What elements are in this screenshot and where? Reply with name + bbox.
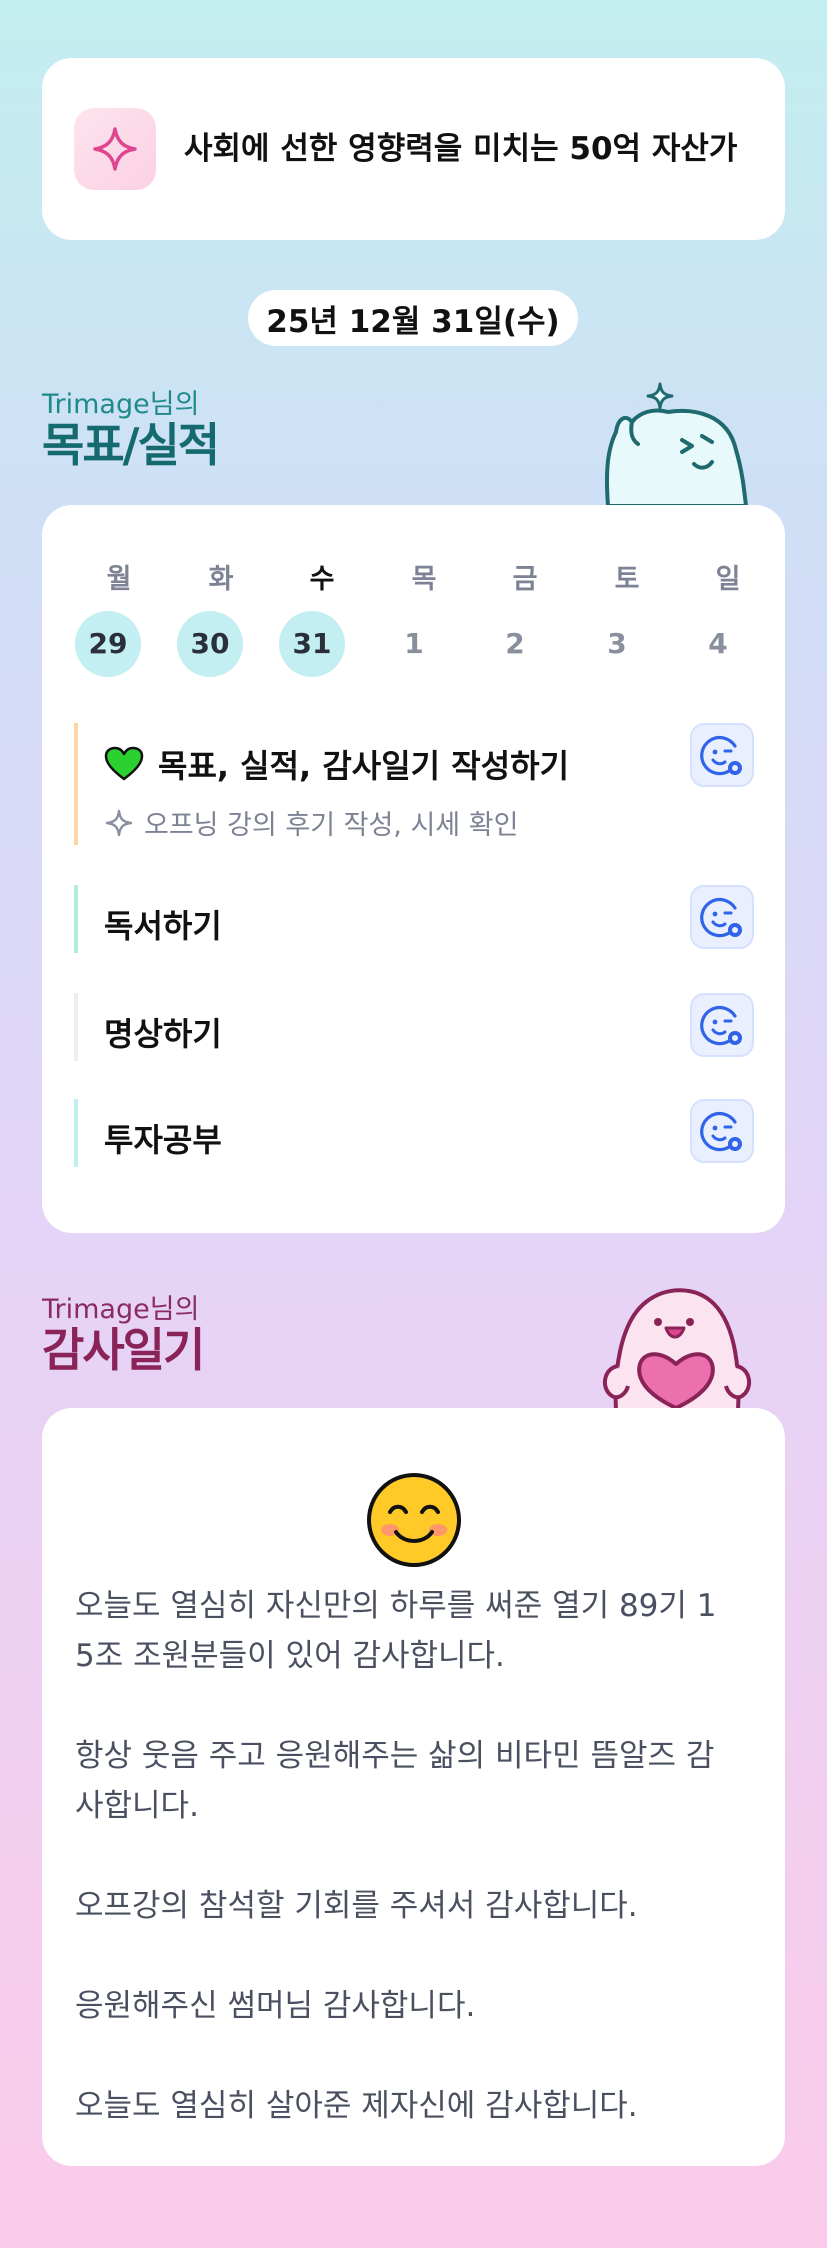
day-name: 일 bbox=[715, 564, 741, 595]
task-title: 목표, 실적, 감사일기 작성하기 bbox=[158, 747, 570, 785]
green-heart-icon bbox=[104, 746, 144, 781]
day-name: 금 bbox=[512, 564, 538, 595]
goals-section-title: 목표/실적 bbox=[42, 418, 220, 472]
day-29[interactable]: 29 bbox=[75, 611, 141, 677]
diary-section-title: 감사일기 bbox=[42, 1323, 205, 1377]
day-1[interactable]: 1 bbox=[381, 611, 447, 677]
day-2[interactable]: 2 bbox=[482, 611, 548, 677]
day-name: 토 bbox=[614, 564, 640, 595]
task-title-row: 목표, 실적, 감사일기 작성하기 bbox=[104, 741, 569, 787]
sparkle-icon bbox=[74, 108, 156, 190]
task-subtitle: 오프닝 강의 후기 작성, 시세 확인 bbox=[144, 810, 519, 841]
diary-text: 오늘도 열심히 자신만의 하루를 써준 열기 89기 1 5조 조원분들이 있어… bbox=[75, 1588, 717, 2124]
date-pill[interactable]: 25년 12월 31일(수) bbox=[248, 290, 578, 346]
day-30[interactable]: 30 bbox=[177, 611, 243, 677]
pink-mascot-illustration bbox=[602, 1288, 752, 1410]
task-title: 독서하기 bbox=[104, 907, 222, 945]
task-emoji-button[interactable] bbox=[690, 885, 754, 949]
goal-text: 사회에 선한 영향력을 미치는 50억 자산가 bbox=[184, 131, 738, 167]
day-name-today: 수 bbox=[309, 564, 335, 595]
task-item[interactable]: 투자공부 bbox=[74, 1099, 754, 1167]
diary-section-header: Trimage님의 감사일기 bbox=[42, 1294, 205, 1377]
goals-section-owner: Trimage님의 bbox=[42, 389, 200, 420]
task-subtitle-row: 오프닝 강의 후기 작성, 시세 확인 bbox=[104, 803, 518, 842]
day-31[interactable]: 31 bbox=[279, 611, 345, 677]
schedule-card: 월 화 수 목 금 토 일 29 30 31 1 2 3 4 목표, 실적, 감… bbox=[42, 505, 785, 1233]
week-strip: 월 화 수 목 금 토 일 bbox=[42, 557, 785, 595]
smiley-add-icon bbox=[700, 1005, 742, 1046]
sparkle-outline-icon bbox=[105, 809, 133, 836]
task-item[interactable]: 명상하기 bbox=[74, 993, 754, 1061]
task-emoji-button[interactable] bbox=[690, 1099, 754, 1163]
teal-mascot-illustration bbox=[604, 382, 748, 506]
task-emoji-button[interactable] bbox=[690, 993, 754, 1057]
smiley-add-icon bbox=[700, 1111, 742, 1152]
day-name: 월 bbox=[106, 564, 132, 595]
task-title: 명상하기 bbox=[104, 1015, 222, 1053]
goals-section-header: Trimage님의 목표/실적 bbox=[42, 389, 220, 472]
day-3[interactable]: 3 bbox=[584, 611, 650, 677]
day-name: 화 bbox=[208, 564, 234, 595]
smiling-face-emoji bbox=[367, 1473, 461, 1567]
task-title: 투자공부 bbox=[104, 1121, 222, 1159]
day-name: 목 bbox=[411, 564, 437, 595]
day-4[interactable]: 4 bbox=[685, 611, 751, 677]
task-emoji-button[interactable] bbox=[690, 723, 754, 787]
smiley-add-icon bbox=[700, 735, 742, 776]
task-item[interactable]: 목표, 실적, 감사일기 작성하기 오프닝 강의 후기 작성, 시세 확인 bbox=[74, 723, 754, 845]
diary-section-owner: Trimage님의 bbox=[42, 1294, 200, 1325]
gratitude-diary-card[interactable]: 오늘도 열심히 자신만의 하루를 써준 열기 89기 1 5조 조원분들이 있어… bbox=[42, 1408, 785, 2166]
task-item[interactable]: 독서하기 bbox=[74, 885, 754, 953]
smiley-add-icon bbox=[700, 897, 742, 938]
goal-card[interactable]: 사회에 선한 영향력을 미치는 50억 자산가 bbox=[42, 58, 785, 240]
